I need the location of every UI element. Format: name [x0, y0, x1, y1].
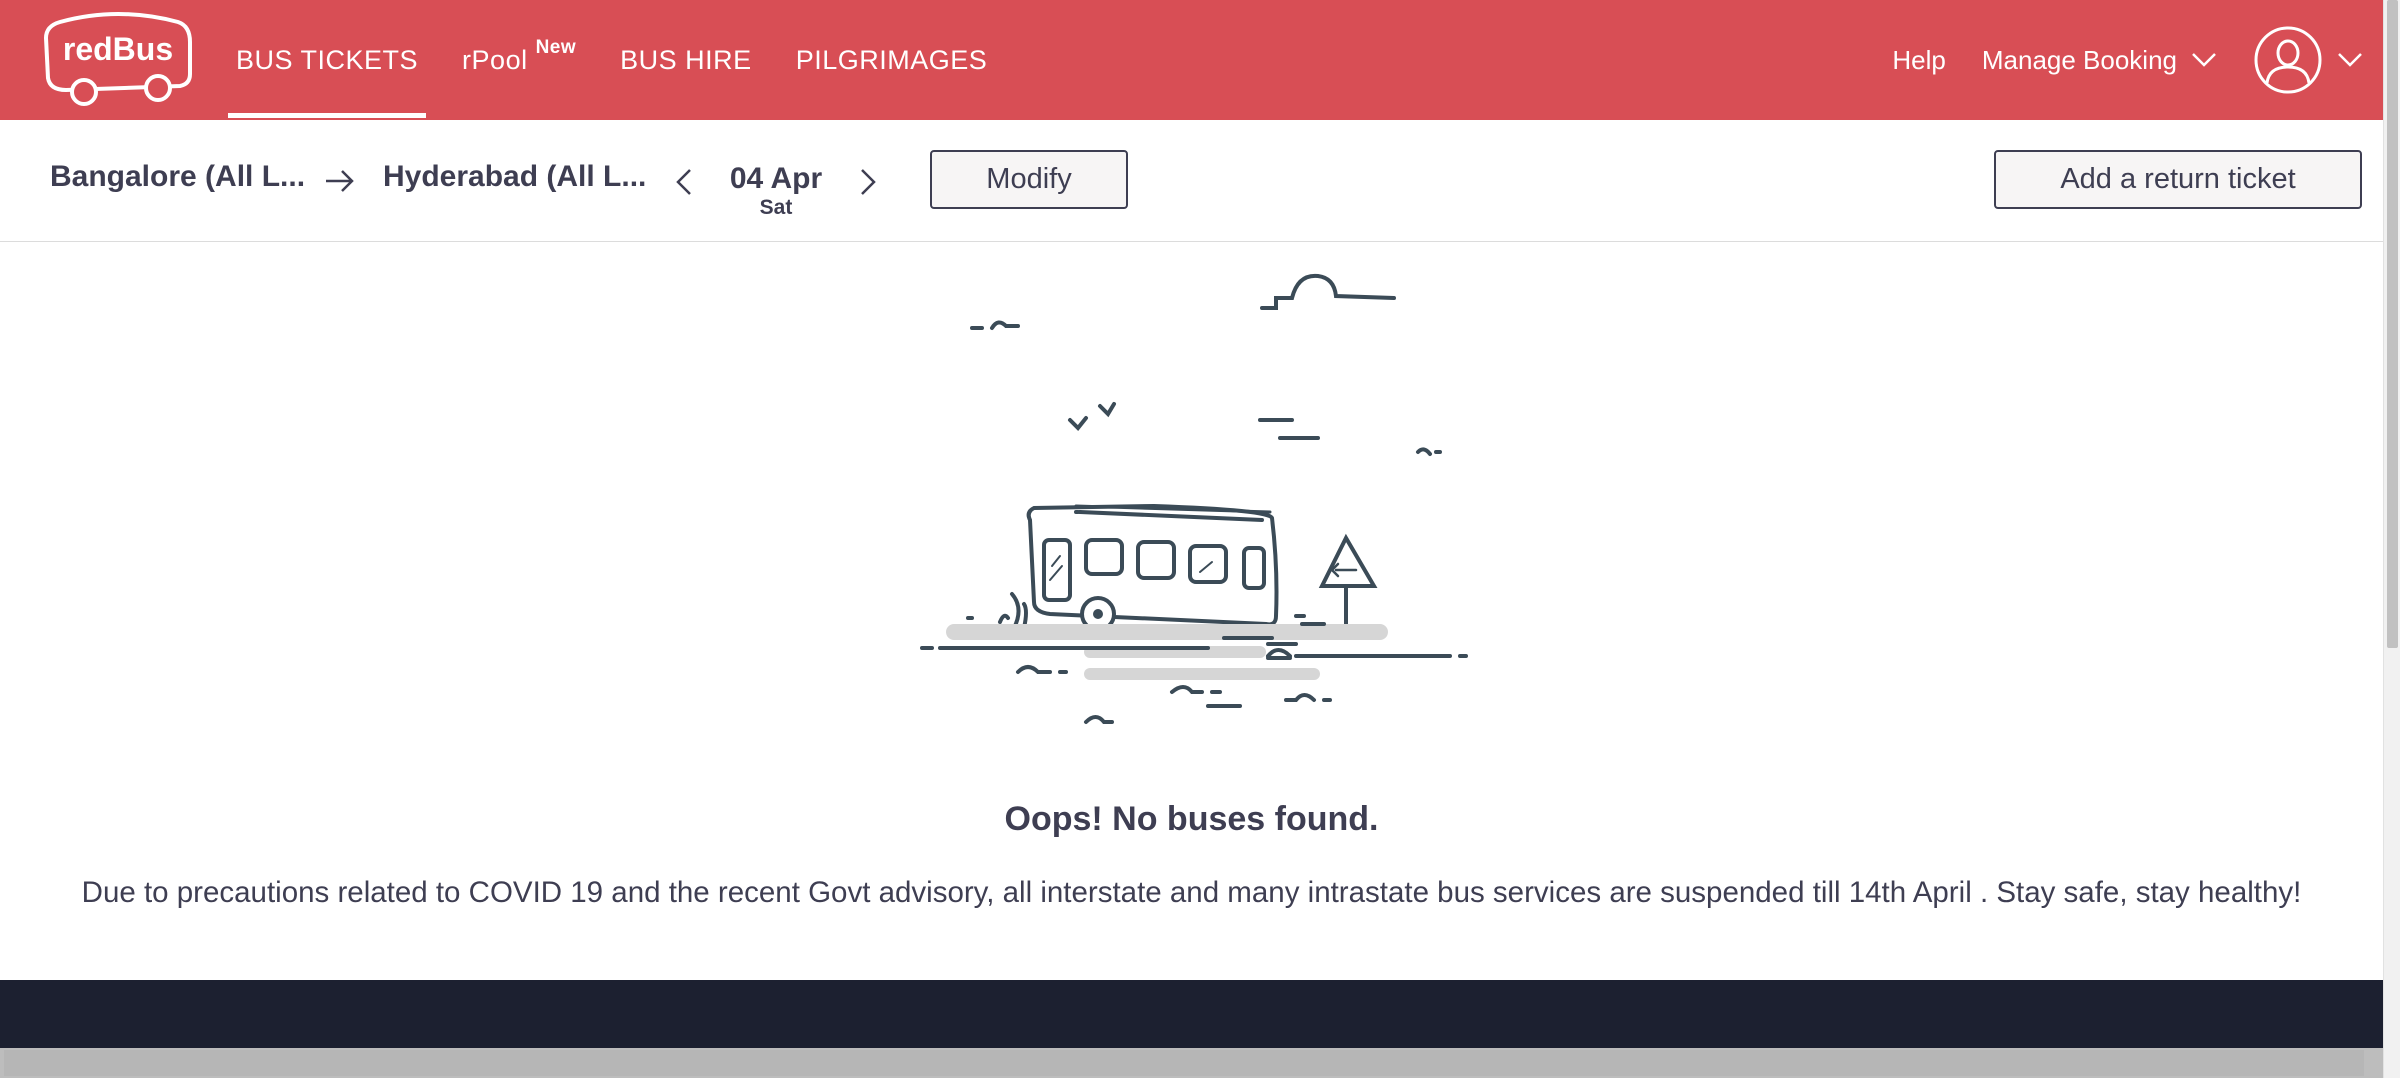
source-city[interactable]: Bangalore (All L...	[50, 160, 305, 194]
horizontal-scroll-thumb[interactable]	[4, 1050, 2364, 1076]
nav-bus-hire-label: BUS HIRE	[620, 44, 752, 75]
travel-day: Sat	[759, 196, 793, 219]
no-bus-illustration	[920, 273, 1468, 724]
travel-date[interactable]: 04 Apr	[708, 162, 844, 196]
redbus-logo[interactable]: redBus	[40, 10, 196, 110]
modify-button-label: Modify	[986, 163, 1072, 195]
help-link[interactable]: Help	[1892, 45, 1945, 76]
user-avatar-icon[interactable]	[2253, 25, 2323, 95]
profile-chevron-down-icon[interactable]	[2337, 52, 2363, 68]
account-nav: Help Manage Booking	[1892, 0, 2363, 120]
manage-booking-label: Manage Booking	[1981, 44, 2177, 75]
logo-text: redBus	[63, 31, 173, 67]
no-buses-title: Oops! No buses found.	[1004, 800, 1379, 838]
top-header: redBus BUS TICKETS rPool New BUS HIRE PI…	[0, 0, 2383, 120]
add-return-ticket-button[interactable]: Add a return ticket	[1994, 150, 2362, 209]
chevron-right-icon[interactable]	[852, 162, 882, 202]
nav-bus-tickets[interactable]: BUS TICKETS	[228, 0, 427, 120]
add-return-ticket-label: Add a return ticket	[2060, 163, 2296, 195]
arrow-right-icon	[326, 170, 354, 192]
modify-button[interactable]: Modify	[930, 150, 1128, 209]
page-footer	[0, 980, 2383, 1048]
chevron-down-icon	[2192, 53, 2216, 67]
vertical-scroll-thumb[interactable]	[2387, 0, 2398, 648]
vertical-scrollbar[interactable]	[2383, 0, 2400, 1078]
nav-pilgrimages[interactable]: PILGRIMAGES	[788, 0, 996, 120]
manage-booking-dropdown[interactable]: Manage Booking	[1982, 45, 2217, 76]
nav-bus-tickets-label: BUS TICKETS	[236, 44, 419, 75]
covid-advisory-message: Due to precautions related to COVID 19 a…	[81, 876, 2302, 909]
main-nav: BUS TICKETS rPool New BUS HIRE PILGRIMAG…	[228, 0, 1023, 120]
nav-rpool-label: rPool	[462, 44, 528, 75]
chevron-left-icon[interactable]	[670, 162, 700, 202]
nav-bus-hire[interactable]: BUS HIRE	[612, 0, 760, 120]
help-label: Help	[1892, 44, 1946, 75]
new-badge: New	[535, 37, 577, 58]
search-summary-bar: Bangalore (All L... Hyderabad (All L... …	[0, 120, 2383, 242]
horizontal-scrollbar[interactable]	[0, 1048, 2383, 1078]
nav-pilgrimages-label: PILGRIMAGES	[795, 44, 988, 75]
destination-city[interactable]: Hyderabad (All L...	[383, 160, 646, 194]
nav-rpool[interactable]: rPool New	[454, 0, 584, 120]
